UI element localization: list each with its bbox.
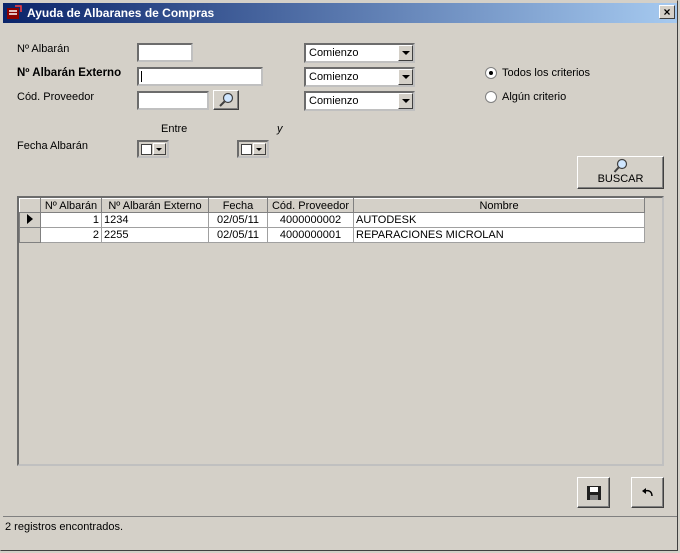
status-bar: 2 registros encontrados. <box>3 516 677 551</box>
fecha-desde-checkbox[interactable] <box>141 144 152 155</box>
cell-albaran[interactable]: 2 <box>40 227 102 243</box>
chevron-down-icon[interactable] <box>398 69 413 85</box>
albaran-externo-input[interactable] <box>137 67 263 86</box>
albaran-externo-label: Nº Albarán Externo <box>17 67 122 79</box>
radio-todos-criterios[interactable] <box>485 67 497 79</box>
externo-match-value: Comienzo <box>309 71 359 83</box>
col-proveedor-header[interactable]: Cód. Proveedor <box>267 198 354 213</box>
cell-nombre[interactable]: REPARACIONES MICROLAN <box>353 227 645 243</box>
table-header-row: Nº Albarán Nº Albarán Externo Fecha Cód.… <box>19 198 645 213</box>
title-bar: Ayuda de Albaranes de Compras × <box>3 3 677 23</box>
entre-label: Entre <box>161 123 188 135</box>
current-row-arrow-icon <box>27 213 33 224</box>
row-selector[interactable] <box>19 212 41 228</box>
albaran-input[interactable] <box>137 43 193 62</box>
close-icon: × <box>663 5 671 19</box>
proveedor-label: Cód. Proveedor <box>17 91 95 103</box>
buscar-label: BUSCAR <box>597 173 644 185</box>
fecha-hasta-checkbox[interactable] <box>241 144 252 155</box>
albaran-match-value: Comienzo <box>309 47 359 59</box>
chevron-down-icon[interactable] <box>253 143 266 155</box>
search-proveedor-button[interactable] <box>213 90 239 110</box>
results-grid[interactable]: Nº Albarán Nº Albarán Externo Fecha Cód.… <box>17 196 664 466</box>
fecha-hasta-picker[interactable] <box>237 140 269 158</box>
radio-todos-label: Todos los criterios <box>502 67 591 79</box>
albaran-label: Nº Albarán <box>17 43 70 55</box>
chevron-down-icon[interactable] <box>153 143 166 155</box>
cell-albaran[interactable]: 1 <box>40 212 102 228</box>
chevron-down-icon[interactable] <box>398 45 413 61</box>
buscar-button[interactable]: BUSCAR <box>577 156 664 189</box>
y-label: y <box>277 123 283 135</box>
externo-match-select[interactable]: Comienzo <box>304 67 415 87</box>
proveedor-input[interactable] <box>137 91 209 110</box>
cell-proveedor[interactable]: 4000000001 <box>267 227 354 243</box>
cell-nombre[interactable]: AUTODESK <box>353 212 645 228</box>
save-button[interactable] <box>577 477 610 508</box>
magnifier-icon <box>613 158 628 173</box>
col-nombre-header[interactable]: Nombre <box>353 198 645 213</box>
col-albaran-header[interactable]: Nº Albarán <box>40 198 102 213</box>
cell-proveedor[interactable]: 4000000002 <box>267 212 354 228</box>
proveedor-match-select[interactable]: Comienzo <box>304 91 415 111</box>
magnifier-icon <box>219 92 234 107</box>
undo-arrow-icon <box>642 488 653 497</box>
cell-externo[interactable]: 2255 <box>101 227 209 243</box>
dialog-window: Ayuda de Albaranes de Compras × Nº Albar… <box>0 0 678 551</box>
status-text: 2 registros encontrados. <box>5 521 124 533</box>
fecha-albaran-label: Fecha Albarán <box>17 140 88 152</box>
app-icon <box>7 5 22 19</box>
table-row[interactable]: 1 1234 02/05/11 4000000002 AUTODESK <box>19 212 645 228</box>
radio-algun-criterio[interactable] <box>485 91 497 103</box>
window-title: Ayuda de Albaranes de Compras <box>27 6 215 20</box>
results-table: Nº Albarán Nº Albarán Externo Fecha Cód.… <box>19 198 645 243</box>
text-caret <box>141 71 142 82</box>
cell-externo[interactable]: 1234 <box>101 212 209 228</box>
cell-fecha[interactable]: 02/05/11 <box>208 212 268 228</box>
row-selector[interactable] <box>19 227 41 243</box>
floppy-disk-icon <box>587 486 601 500</box>
table-row[interactable]: 2 2255 02/05/11 4000000001 REPARACIONES … <box>19 227 645 243</box>
cell-fecha[interactable]: 02/05/11 <box>208 227 268 243</box>
col-fecha-header[interactable]: Fecha <box>208 198 268 213</box>
undo-button[interactable] <box>631 477 664 508</box>
albaran-match-select[interactable]: Comienzo <box>304 43 415 63</box>
col-externo-header[interactable]: Nº Albarán Externo <box>101 198 209 213</box>
close-button[interactable]: × <box>659 5 675 19</box>
row-selector-header <box>19 198 41 213</box>
proveedor-match-value: Comienzo <box>309 95 359 107</box>
radio-alguno-label: Algún criterio <box>502 91 567 103</box>
fecha-desde-picker[interactable] <box>137 140 169 158</box>
chevron-down-icon[interactable] <box>398 93 413 109</box>
